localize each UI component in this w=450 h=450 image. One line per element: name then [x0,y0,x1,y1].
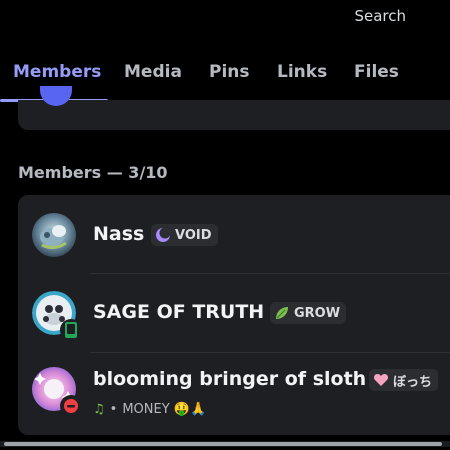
status-text: MONEY 🤑🙏 [122,402,207,417]
horizontal-scrollbar[interactable] [0,441,450,447]
divider [90,352,450,353]
custom-status: ♫ • MONEY 🤑🙏 [93,402,206,417]
member-row[interactable]: blooming bringer of sloth ぼっち ♫ • MONEY … [18,352,450,432]
music-note-icon: ♫ [93,402,105,417]
divider [90,273,450,274]
member-row[interactable]: Nass VOID [18,195,450,275]
role-tag: VOID [151,224,218,246]
role-tag: GROW [270,302,347,324]
members-list: Nass VOID SAGE OF TRUTH GROW blooming br… [18,195,450,435]
avatar [32,213,76,257]
do-not-disturb-icon [64,399,78,413]
member-name: SAGE OF TRUTH [93,301,265,323]
top-bar: Search [0,0,450,34]
member-name: blooming bringer of sloth [93,368,367,390]
tab-links[interactable]: Links [277,62,327,82]
pink-heart-icon [373,374,389,386]
tab-pins[interactable]: Pins [209,62,250,82]
previous-card [18,86,450,130]
mobile-icon [65,322,77,338]
avatar-image [32,213,76,257]
tab-media[interactable]: Media [124,62,182,82]
role-tag: ぼっち [369,369,439,391]
avatar [32,291,82,341]
role-label: VOID [175,227,212,243]
avatar [40,86,72,106]
member-row[interactable]: SAGE OF TRUTH GROW [18,273,450,353]
role-label: ぼっち [393,374,433,390]
search-button[interactable]: Search [354,7,406,25]
tab-members[interactable]: Members [13,62,101,82]
avatar [32,367,82,417]
scrollbar-thumb[interactable] [4,442,442,446]
member-name: Nass [93,223,145,245]
dnd-status-icon [60,395,82,417]
members-section-title: Members — 3/10 [18,163,168,182]
device-status [60,319,82,341]
crescent-moon-icon [156,227,171,242]
tab-files[interactable]: Files [354,62,399,82]
role-label: GROW [294,305,341,321]
leaf-icon [276,307,288,319]
status-separator: • [109,402,118,417]
